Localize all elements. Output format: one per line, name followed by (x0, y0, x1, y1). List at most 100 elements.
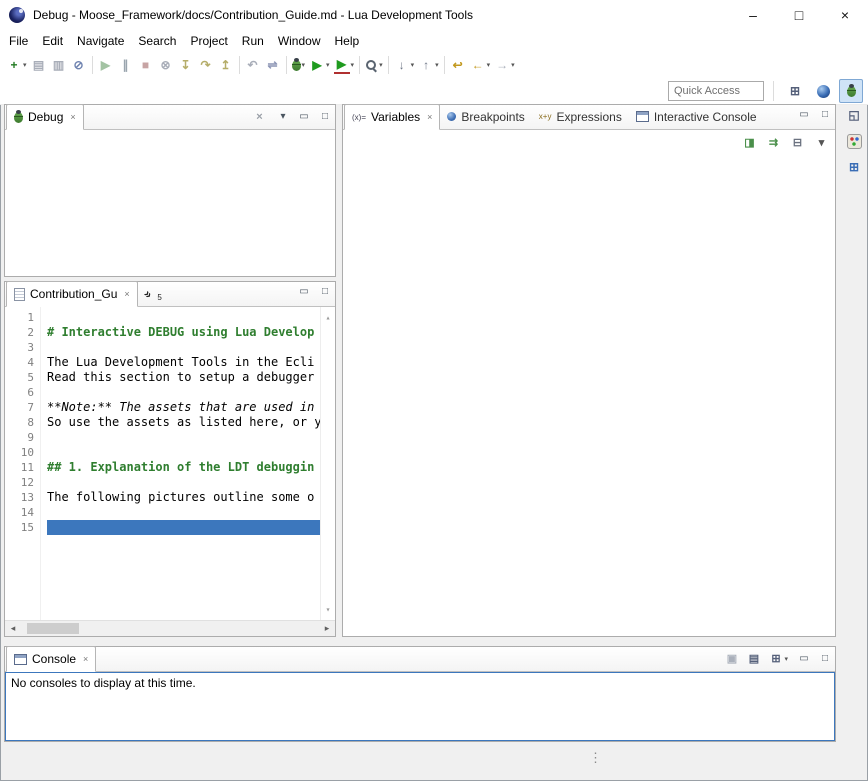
minimize-icon[interactable]: ▭ (797, 109, 811, 120)
maximize-icon[interactable]: □ (818, 109, 832, 120)
previous-annotation-button[interactable]: ↑▾ (416, 54, 441, 76)
scrollbar-thumb[interactable] (27, 623, 79, 634)
line-number: 4 (5, 355, 34, 370)
line-number: 6 (5, 385, 34, 400)
step-return-button[interactable]: ↥ (216, 54, 236, 76)
step-over-icon: ↷ (198, 57, 214, 73)
search-icon (365, 59, 378, 72)
next-annotation-button[interactable]: ↓▾ (392, 54, 417, 76)
close-icon[interactable]: × (70, 112, 75, 122)
disconnect-button[interactable]: ⊗ (156, 54, 176, 76)
collapse-all-button[interactable]: ⊟ (790, 135, 805, 150)
palette-button[interactable] (845, 132, 863, 150)
open-perspective-button[interactable]: ⊞ (783, 79, 807, 103)
toolbar-separator (444, 56, 445, 74)
resume-button[interactable]: ▶ (96, 54, 116, 76)
menu-project[interactable]: Project (183, 32, 234, 50)
scrollbar-track[interactable] (21, 621, 319, 636)
new-console-icon: ⊞ (768, 651, 783, 666)
tab-console[interactable]: Console × (6, 646, 96, 672)
tab-label: Expressions (556, 110, 621, 124)
restore-view-button[interactable]: ◱ (845, 106, 863, 124)
run-button[interactable]: ▶▾ (307, 54, 332, 76)
grid-icon: ⊞ (846, 159, 862, 175)
minimize-icon[interactable]: ▭ (297, 286, 311, 297)
variables-view-content[interactable]: ◨ ⇉ ⊟ ▾ (343, 130, 835, 636)
skip-breakpoints-button[interactable]: ⊘ (69, 54, 89, 76)
scroll-left-icon[interactable]: ◂ (5, 623, 21, 634)
open-console-button[interactable]: ▣ (724, 651, 739, 666)
step-over-button[interactable]: ↷ (196, 54, 216, 76)
variables-view-toolbar: ◨ ⇉ ⊟ ▾ (343, 130, 835, 155)
new-wizard-button[interactable]: +▾ (4, 54, 29, 76)
close-window-button[interactable]: × (822, 0, 868, 30)
save-button[interactable]: ▤ (29, 54, 49, 76)
display-console-button[interactable]: ▤ (746, 651, 761, 666)
search-button[interactable]: ▾ (363, 54, 385, 76)
toolbar-separator (286, 56, 287, 74)
debug-perspective-button[interactable] (839, 79, 863, 103)
menu-help[interactable]: Help (328, 32, 367, 50)
tab-breakpoints[interactable]: Breakpoints (440, 104, 531, 129)
sash-grip[interactable]: ⋮ (589, 750, 602, 766)
back-button[interactable]: ←▾ (468, 54, 493, 76)
line-number: 5 (5, 370, 34, 385)
minimize-window-button[interactable]: – (730, 0, 776, 30)
maximize-window-button[interactable]: □ (776, 0, 822, 30)
console-content[interactable]: No consoles to display at this time. (5, 672, 835, 741)
minimize-icon[interactable]: ▭ (797, 653, 811, 664)
save-all-icon: ▥ (51, 57, 67, 73)
debug-view-content[interactable] (5, 130, 335, 276)
editor-code[interactable]: # Interactive DEBUG using Lua Develop Th… (41, 307, 320, 620)
editor-vertical-scrollbar[interactable]: ▴ ▾ (320, 307, 335, 620)
last-edit-location-button[interactable]: ↩ (448, 54, 468, 76)
scroll-down-icon[interactable]: ▾ (326, 602, 331, 617)
menu-file[interactable]: File (2, 32, 35, 50)
maximize-icon[interactable]: □ (318, 286, 332, 297)
drop-to-frame-button[interactable]: ↶ (243, 54, 263, 76)
code-line: The Lua Development Tools in the Ecli (47, 355, 320, 370)
grid-button[interactable]: ⊞ (845, 158, 863, 176)
debug-button[interactable]: ▾ (290, 54, 308, 76)
menu-window[interactable]: Window (271, 32, 328, 50)
debug-view: Debug × × ▾ ▭ □ (4, 104, 336, 277)
scroll-right-icon[interactable]: ▸ (319, 623, 335, 634)
view-menu-icon[interactable]: ▾ (276, 111, 290, 122)
close-icon[interactable]: × (83, 654, 88, 664)
step-filters-button[interactable]: ⇌ (263, 54, 283, 76)
line-number: 12 (5, 475, 34, 490)
close-icon[interactable]: × (427, 112, 432, 122)
menu-navigate[interactable]: Navigate (70, 32, 131, 50)
tab-expressions[interactable]: x+yExpressions (532, 104, 629, 129)
menu-search[interactable]: Search (131, 32, 183, 50)
tab-variables[interactable]: (x)=Variables× (344, 104, 440, 130)
minimize-icon[interactable]: ▭ (297, 111, 311, 122)
menu-run[interactable]: Run (235, 32, 271, 50)
chevron-icon: » (141, 286, 156, 301)
disconnect-icon: ⊗ (158, 57, 174, 73)
suspend-button[interactable]: ∥ (116, 54, 136, 76)
dropdown-arrow-icon: ▾ (326, 61, 330, 69)
close-icon[interactable]: × (124, 289, 129, 299)
tab-debug[interactable]: Debug × (6, 104, 84, 130)
quick-access-input[interactable]: Quick Access (668, 81, 764, 101)
tab-contribution-guide[interactable]: Contribution_Gu × (6, 281, 138, 307)
show-logical-structure-button[interactable]: ⇉ (766, 135, 781, 150)
terminate-button[interactable]: ■ (136, 54, 156, 76)
editor-tab-overflow[interactable]: » 5 (138, 281, 169, 306)
show-type-names-button[interactable]: ◨ (742, 135, 757, 150)
remove-all-terminated-button[interactable]: × (252, 109, 267, 124)
step-into-button[interactable]: ↧ (176, 54, 196, 76)
new-console-button[interactable]: ⊞▾ (768, 651, 788, 666)
maximize-icon[interactable]: □ (318, 111, 332, 122)
forward-button[interactable]: →▾ (492, 54, 517, 76)
view-menu-button[interactable]: ▾ (814, 135, 829, 150)
tab-interactive-console[interactable]: Interactive Console (629, 104, 764, 129)
menu-edit[interactable]: Edit (35, 32, 70, 50)
save-all-button[interactable]: ▥ (49, 54, 69, 76)
lua-perspective-button[interactable] (811, 79, 835, 103)
maximize-icon[interactable]: □ (818, 653, 832, 664)
scroll-up-icon[interactable]: ▴ (326, 310, 331, 325)
editor-horizontal-scrollbar[interactable]: ◂ ▸ (5, 620, 335, 636)
external-tools-button[interactable]: ▶▾ (332, 54, 357, 76)
